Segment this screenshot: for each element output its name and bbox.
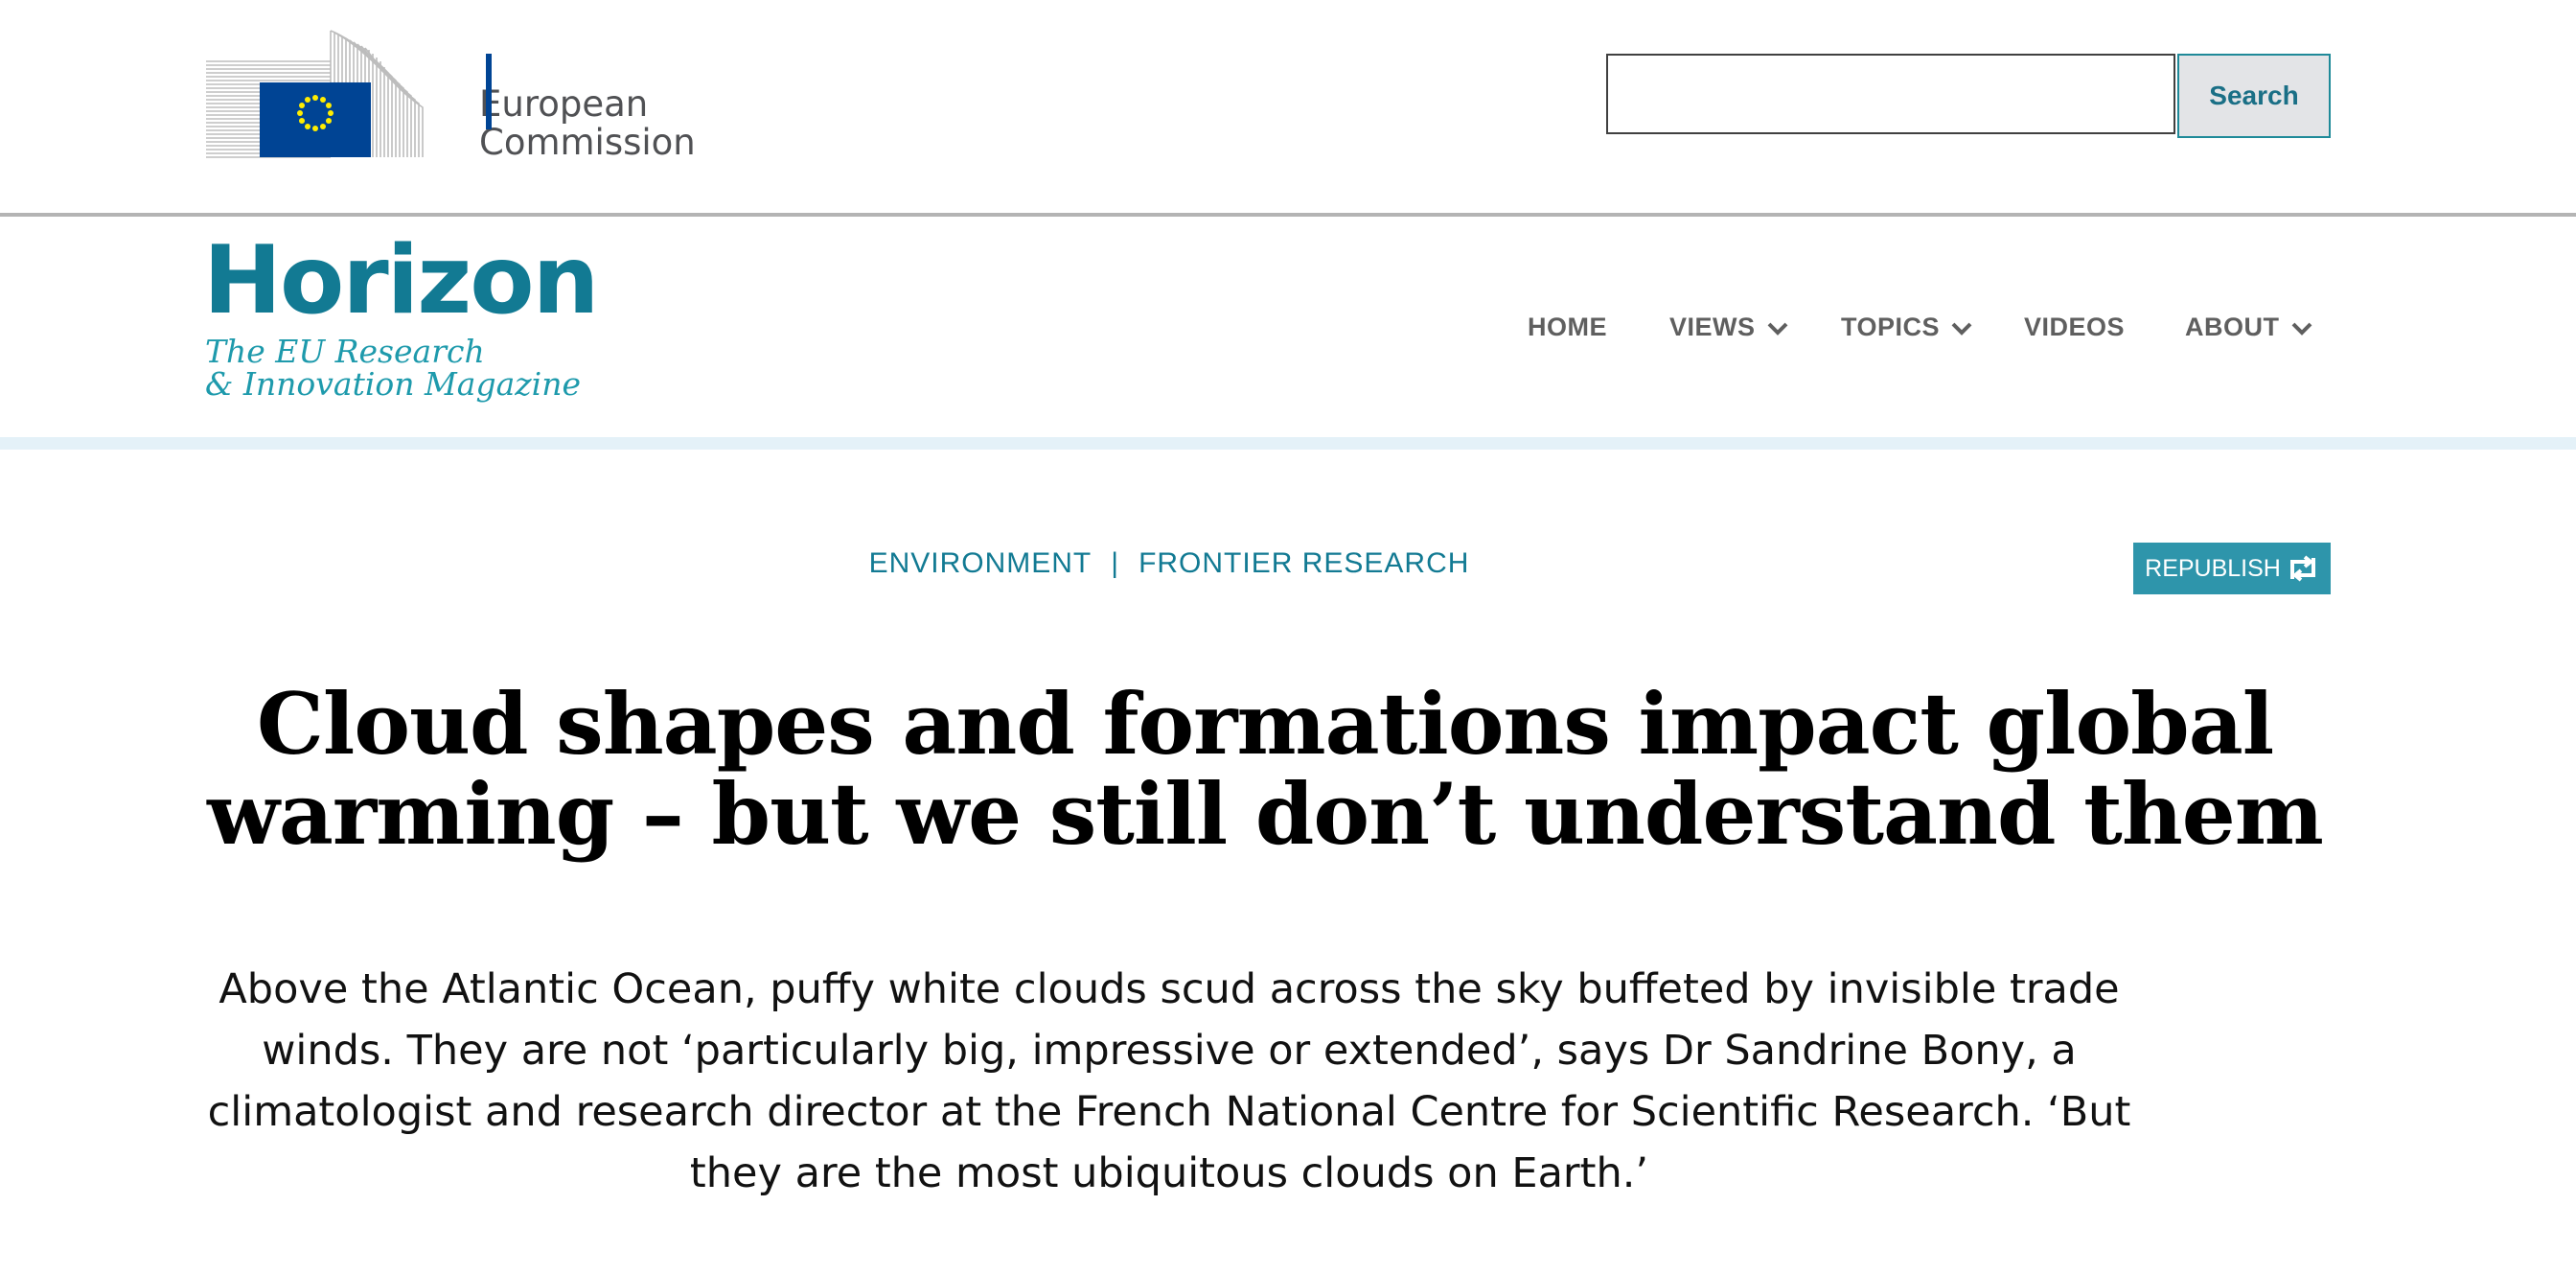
ec-logo-divider — [486, 54, 492, 129]
category-link-frontier-research[interactable]: FRONTIER RESEARCH — [1138, 547, 1469, 579]
search-input[interactable] — [1606, 54, 2175, 134]
chevron-down-icon — [2291, 313, 2312, 342]
european-commission-logo[interactable]: European Commission — [206, 29, 704, 163]
nav-item-about[interactable]: ABOUT — [2185, 313, 2312, 342]
republish-icon — [2287, 554, 2319, 583]
article-lead-paragraph: Above the Atlantic Ocean, puffy white cl… — [207, 965, 2131, 1197]
chevron-down-icon — [1951, 313, 1972, 342]
nav-item-label: TOPICS — [1841, 313, 1941, 341]
chevron-down-icon — [1767, 313, 1788, 342]
header-divider — [0, 213, 2576, 217]
horizon-logo-title[interactable]: Horizon — [203, 234, 599, 328]
nav-item-label: VIEWS — [1669, 313, 1756, 341]
eu-flag-icon — [206, 30, 424, 158]
nav-item-label: VIDEOS — [2024, 313, 2126, 341]
category-separator: | — [1111, 547, 1120, 579]
nav-item-home[interactable]: HOME — [1528, 313, 1607, 342]
nav-item-label: ABOUT — [2185, 313, 2280, 341]
article-title: Cloud shapes and formations impact globa… — [207, 674, 2324, 864]
nav-item-views[interactable]: VIEWS — [1669, 313, 1788, 342]
ec-logo-text-line1: European — [479, 83, 649, 125]
search-button[interactable]: Search — [2177, 54, 2331, 138]
nav-item-topics[interactable]: TOPICS — [1841, 313, 1972, 342]
republish-button[interactable]: REPUBLISH — [2133, 543, 2331, 594]
category-link-environment[interactable]: ENVIRONMENT — [869, 547, 1092, 579]
article-categories: ENVIRONMENT | FRONTIER RESEARCH — [0, 549, 2338, 578]
horizon-logo-subtitle-line2: & Innovation Magazine — [205, 365, 582, 403]
republish-label: REPUBLISH — [2145, 554, 2281, 582]
horizon-logo-subtitle-line1: The EU Research — [205, 333, 485, 370]
nav-item-videos[interactable]: VIDEOS — [2024, 313, 2125, 342]
header-bottom-band — [0, 437, 2576, 450]
nav-item-label: HOME — [1528, 313, 1607, 341]
ec-logo-text-line2: Commission — [479, 122, 696, 163]
